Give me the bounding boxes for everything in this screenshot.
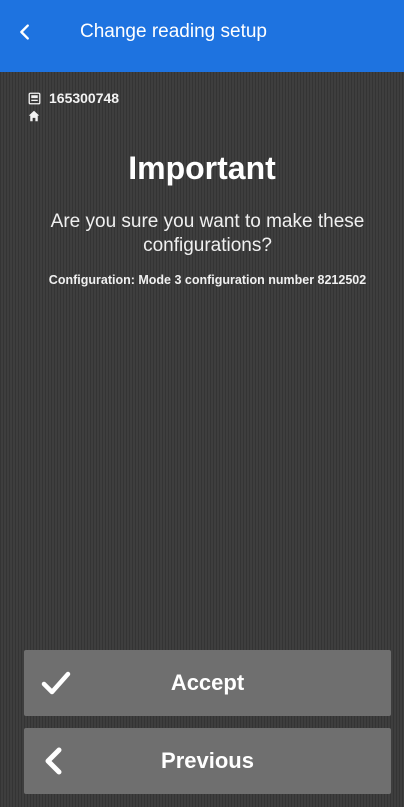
configuration-text: Configuration: Mode 3 configuration numb… (48, 273, 367, 287)
page-title: Change reading setup (80, 21, 267, 42)
accept-button-label: Accept (170, 670, 245, 695)
meter-number: 165300748 (49, 90, 120, 106)
dialog-title: Important (128, 150, 276, 186)
previous-button[interactable]: Previous (24, 728, 391, 794)
checkmark-icon (41, 671, 71, 695)
home-icon (28, 110, 40, 122)
accept-button[interactable]: Accept (24, 650, 391, 716)
meter-icon (28, 92, 41, 104)
confirmation-question: Are you sure you want to make these conf… (50, 211, 365, 256)
chevron-left-icon (20, 24, 29, 40)
previous-button-label: Previous (161, 748, 254, 773)
chevron-left-icon (45, 747, 62, 775)
meter-info: 165300748 (28, 90, 119, 106)
top-app-bar: Change reading setup (0, 0, 404, 72)
home-indicator (28, 110, 40, 122)
back-button[interactable] (0, 0, 60, 72)
